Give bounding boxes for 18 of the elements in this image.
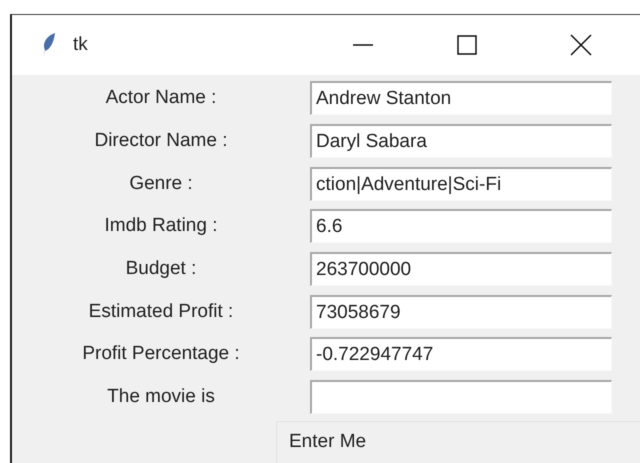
input-field[interactable]: 6.6	[310, 209, 612, 244]
field-label: Genre :	[129, 172, 193, 195]
input-field[interactable]: 263700000	[310, 252, 612, 286]
field-label: Profit Percentage :	[82, 343, 240, 366]
input-field[interactable]	[310, 380, 612, 414]
field-label: Estimated Profit :	[88, 300, 234, 323]
input-field[interactable]: 73058679	[310, 294, 612, 329]
field-label: The movie is	[107, 386, 215, 408]
field-label: Budget :	[126, 258, 196, 280]
enter-button[interactable]: Enter Me	[276, 420, 640, 463]
field-label: Actor Name :	[106, 87, 216, 110]
input-field[interactable]: ction|Adventure|Sci-Fi	[310, 166, 612, 201]
input-field[interactable]: Andrew Stanton	[310, 81, 612, 116]
input-field[interactable]: Daryl Sabara	[310, 124, 612, 158]
window-title: tk	[73, 34, 88, 56]
field-label: Imdb Rating :	[104, 215, 218, 238]
field-label: Director Name :	[94, 130, 228, 152]
input-field[interactable]: -0.722947747	[310, 337, 612, 372]
